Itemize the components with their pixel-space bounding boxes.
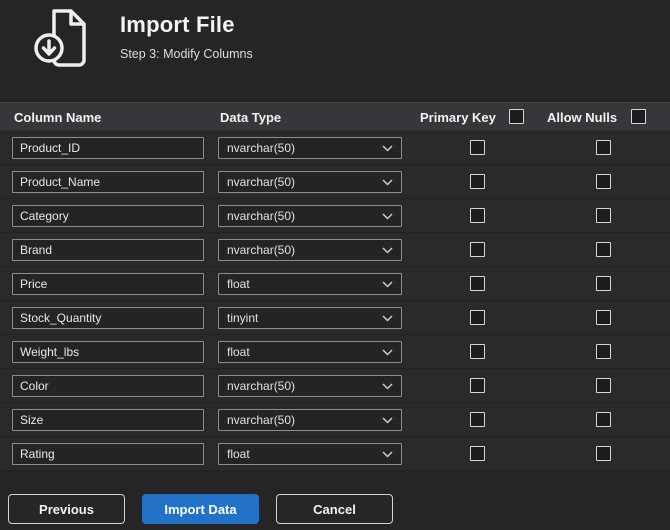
- import-data-button[interactable]: Import Data: [142, 494, 259, 524]
- allow-nulls-header: Allow Nulls: [547, 110, 618, 125]
- primary-key-select-all-checkbox[interactable]: [509, 109, 524, 124]
- table-row: tinyint: [0, 301, 670, 335]
- primary-key-checkbox[interactable]: [470, 174, 485, 189]
- allow-nulls-checkbox[interactable]: [596, 242, 611, 257]
- table-row: nvarchar(50): [0, 369, 670, 403]
- primary-key-checkbox[interactable]: [470, 276, 485, 291]
- primary-key-checkbox[interactable]: [470, 310, 485, 325]
- column-name-input[interactable]: [12, 307, 204, 329]
- data-type-select[interactable]: float: [218, 273, 402, 295]
- column-name-input[interactable]: [12, 205, 204, 227]
- chevron-down-icon: [382, 314, 393, 322]
- chevron-down-icon: [382, 416, 393, 424]
- header: Import File Step 3: Modify Columns: [0, 0, 670, 96]
- data-type-select[interactable]: float: [218, 341, 402, 363]
- data-type-value: nvarchar(50): [227, 175, 296, 189]
- data-type-select[interactable]: tinyint: [218, 307, 402, 329]
- data-type-select[interactable]: nvarchar(50): [218, 239, 402, 261]
- chevron-down-icon: [382, 348, 393, 356]
- allow-nulls-checkbox[interactable]: [596, 276, 611, 291]
- primary-key-header: Primary Key: [420, 110, 496, 125]
- chevron-down-icon: [382, 382, 393, 390]
- title-block: Import File Step 3: Modify Columns: [120, 6, 253, 61]
- primary-key-checkbox[interactable]: [470, 140, 485, 155]
- data-type-value: float: [227, 447, 250, 461]
- column-name-input[interactable]: [12, 273, 204, 295]
- table-row: nvarchar(50): [0, 233, 670, 267]
- primary-key-checkbox[interactable]: [470, 378, 485, 393]
- cancel-button[interactable]: Cancel: [276, 494, 393, 524]
- footer-actions: Previous Import Data Cancel: [8, 494, 393, 524]
- primary-key-checkbox[interactable]: [470, 208, 485, 223]
- columns-table: Column Name Data Type Primary Key Allow …: [0, 102, 670, 471]
- column-name-header: Column Name: [14, 110, 102, 125]
- data-type-select[interactable]: nvarchar(50): [218, 409, 402, 431]
- primary-key-checkbox[interactable]: [470, 412, 485, 427]
- chevron-down-icon: [382, 280, 393, 288]
- data-type-value: nvarchar(50): [227, 141, 296, 155]
- table-row: nvarchar(50): [0, 131, 670, 165]
- chevron-down-icon: [382, 212, 393, 220]
- data-type-select[interactable]: nvarchar(50): [218, 375, 402, 397]
- table-row: nvarchar(50): [0, 403, 670, 437]
- chevron-down-icon: [382, 178, 393, 186]
- data-type-select[interactable]: nvarchar(50): [218, 205, 402, 227]
- primary-key-checkbox[interactable]: [470, 344, 485, 359]
- chevron-down-icon: [382, 246, 393, 254]
- column-name-input[interactable]: [12, 443, 204, 465]
- data-type-value: nvarchar(50): [227, 413, 296, 427]
- primary-key-checkbox[interactable]: [470, 242, 485, 257]
- allow-nulls-checkbox[interactable]: [596, 208, 611, 223]
- data-type-header: Data Type: [220, 110, 282, 125]
- allow-nulls-checkbox[interactable]: [596, 140, 611, 155]
- data-type-value: float: [227, 345, 250, 359]
- data-type-value: float: [227, 277, 250, 291]
- table-body: nvarchar(50) nvarchar(50) nvarchar(50): [0, 131, 670, 471]
- data-type-value: nvarchar(50): [227, 209, 296, 223]
- allow-nulls-checkbox[interactable]: [596, 412, 611, 427]
- table-row: nvarchar(50): [0, 199, 670, 233]
- allow-nulls-checkbox[interactable]: [596, 446, 611, 461]
- primary-key-checkbox[interactable]: [470, 446, 485, 461]
- table-row: float: [0, 335, 670, 369]
- data-type-select[interactable]: nvarchar(50): [218, 171, 402, 193]
- allow-nulls-checkbox[interactable]: [596, 378, 611, 393]
- data-type-select[interactable]: float: [218, 443, 402, 465]
- data-type-select[interactable]: nvarchar(50): [218, 137, 402, 159]
- data-type-value: tinyint: [227, 311, 259, 325]
- table-row: float: [0, 437, 670, 471]
- column-name-input[interactable]: [12, 341, 204, 363]
- data-type-value: nvarchar(50): [227, 379, 296, 393]
- data-type-value: nvarchar(50): [227, 243, 296, 257]
- allow-nulls-checkbox[interactable]: [596, 310, 611, 325]
- table-row: float: [0, 267, 670, 301]
- column-name-input[interactable]: [12, 375, 204, 397]
- previous-button[interactable]: Previous: [8, 494, 125, 524]
- import-file-download-icon: [26, 6, 98, 70]
- page-title: Import File: [120, 12, 235, 37]
- chevron-down-icon: [382, 144, 393, 152]
- column-name-input[interactable]: [12, 409, 204, 431]
- table-row: nvarchar(50): [0, 165, 670, 199]
- column-name-input[interactable]: [12, 171, 204, 193]
- chevron-down-icon: [382, 450, 393, 458]
- column-name-input[interactable]: [12, 137, 204, 159]
- step-subtitle: Step 3: Modify Columns: [120, 47, 253, 61]
- allow-nulls-checkbox[interactable]: [596, 344, 611, 359]
- allow-nulls-select-all-checkbox[interactable]: [631, 109, 646, 124]
- table-header-row: Column Name Data Type Primary Key Allow …: [0, 102, 670, 131]
- column-name-input[interactable]: [12, 239, 204, 261]
- allow-nulls-checkbox[interactable]: [596, 174, 611, 189]
